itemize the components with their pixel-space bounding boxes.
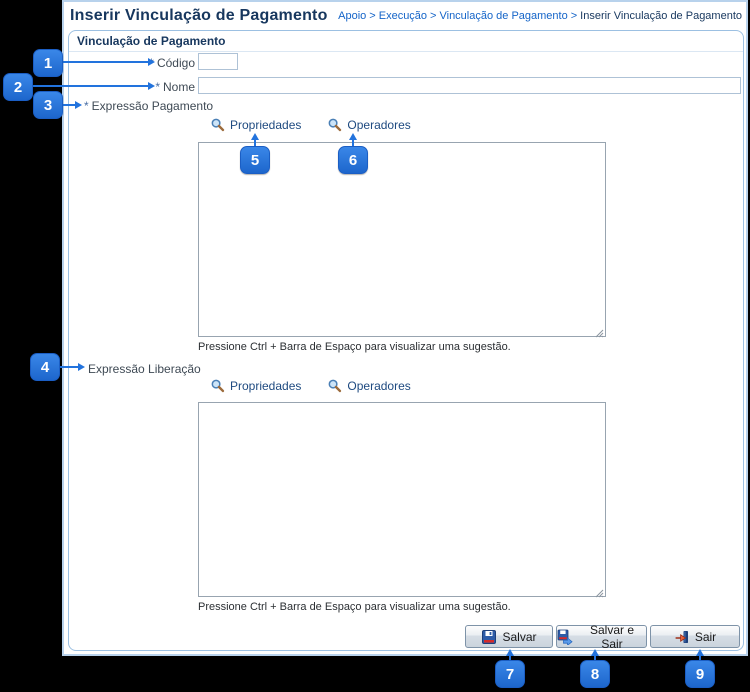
- operadores-link[interactable]: Operadores: [327, 117, 411, 132]
- breadcrumb-separator: >: [570, 10, 578, 22]
- lookup-row-pagamento: Propriedades Operadores: [210, 117, 411, 132]
- lookup-row-liberacao: Propriedades Operadores: [210, 378, 411, 393]
- callout-arrow-3: [63, 104, 75, 106]
- operadores-link-liberacao[interactable]: Operadores: [327, 378, 411, 393]
- callout-badge-4: 4: [30, 353, 60, 381]
- callout-badge-9: 9: [685, 660, 715, 688]
- breadcrumb-separator: >: [369, 10, 376, 22]
- magnifier-icon: [327, 117, 342, 132]
- page-background: Inserir Vinculação de Pagamento Apoio > Ex…: [0, 0, 750, 692]
- suggestion-hint: Pressione Ctrl + Barra de Espaço para vi…: [198, 601, 511, 613]
- page-title: Inserir Vinculação de Pagamento: [70, 7, 328, 24]
- sair-button[interactable]: Sair: [650, 625, 740, 648]
- propriedades-link[interactable]: Propriedades: [210, 117, 301, 132]
- callout-badge-8: 8: [580, 660, 610, 688]
- nome-label: * Nome: [155, 80, 195, 94]
- callout-badge-7: 7: [495, 660, 525, 688]
- section-title: Vinculação de Pagamento: [69, 31, 743, 52]
- callout-arrowhead-3: [75, 101, 82, 109]
- callout-badge-3: 3: [33, 91, 63, 119]
- required-asterisk: *: [155, 80, 160, 94]
- callout-badge-6: 6: [338, 146, 368, 174]
- magnifier-icon: [210, 117, 225, 132]
- callout-arrowhead-1: [148, 58, 155, 66]
- callout-badge-2: 2: [3, 73, 33, 101]
- breadcrumb-link-apoio[interactable]: Apoio: [338, 10, 366, 22]
- callout-arrowhead-5: [251, 133, 259, 140]
- callout-arrow-4: [60, 366, 78, 368]
- floppy-disk-arrow-icon: [557, 629, 573, 646]
- callout-arrowhead-9: [696, 649, 704, 656]
- magnifier-icon: [327, 378, 342, 393]
- codigo-label: * Código: [149, 56, 195, 70]
- callout-arrowhead-4: [78, 363, 85, 371]
- breadcrumb-separator: >: [430, 10, 437, 22]
- expressao-pagamento-label: * Expressão Pagamento: [84, 99, 214, 113]
- required-asterisk: *: [84, 99, 89, 113]
- expressao-liberacao-textarea[interactable]: [198, 402, 606, 597]
- salvar-e-sair-button[interactable]: Salvar e Sair: [556, 623, 647, 651]
- propriedades-link-liberacao[interactable]: Propriedades: [210, 378, 301, 393]
- expressao-liberacao-label: Expressão Liberação: [88, 362, 201, 376]
- callout-arrowhead-6: [349, 133, 357, 140]
- suggestion-hint: Pressione Ctrl + Barra de Espaço para vi…: [198, 341, 511, 353]
- callout-badge-1: 1: [33, 49, 63, 77]
- floppy-disk-icon: [481, 629, 497, 645]
- callout-arrowhead-7: [506, 649, 514, 656]
- codigo-input[interactable]: [198, 53, 238, 70]
- nome-input[interactable]: [198, 77, 741, 94]
- callout-arrowhead-2: [148, 82, 155, 90]
- callout-arrow-2: [33, 85, 148, 87]
- breadcrumb: Apoio > Execução > Vinculação de Pagamento > I…: [338, 10, 742, 22]
- magnifier-icon: [210, 378, 225, 393]
- breadcrumb-link-execucao[interactable]: Execução: [379, 10, 427, 22]
- breadcrumb-current: Inserir Vinculação de Pagamento: [580, 10, 742, 22]
- callout-arrowhead-8: [591, 649, 599, 656]
- callout-badge-5: 5: [240, 146, 270, 174]
- breadcrumb-link-vinculacao[interactable]: Vinculação de Pagamento: [439, 10, 567, 22]
- door-exit-icon: [674, 629, 690, 645]
- callout-arrow-1: [63, 61, 148, 63]
- salvar-button[interactable]: Salvar: [465, 625, 553, 648]
